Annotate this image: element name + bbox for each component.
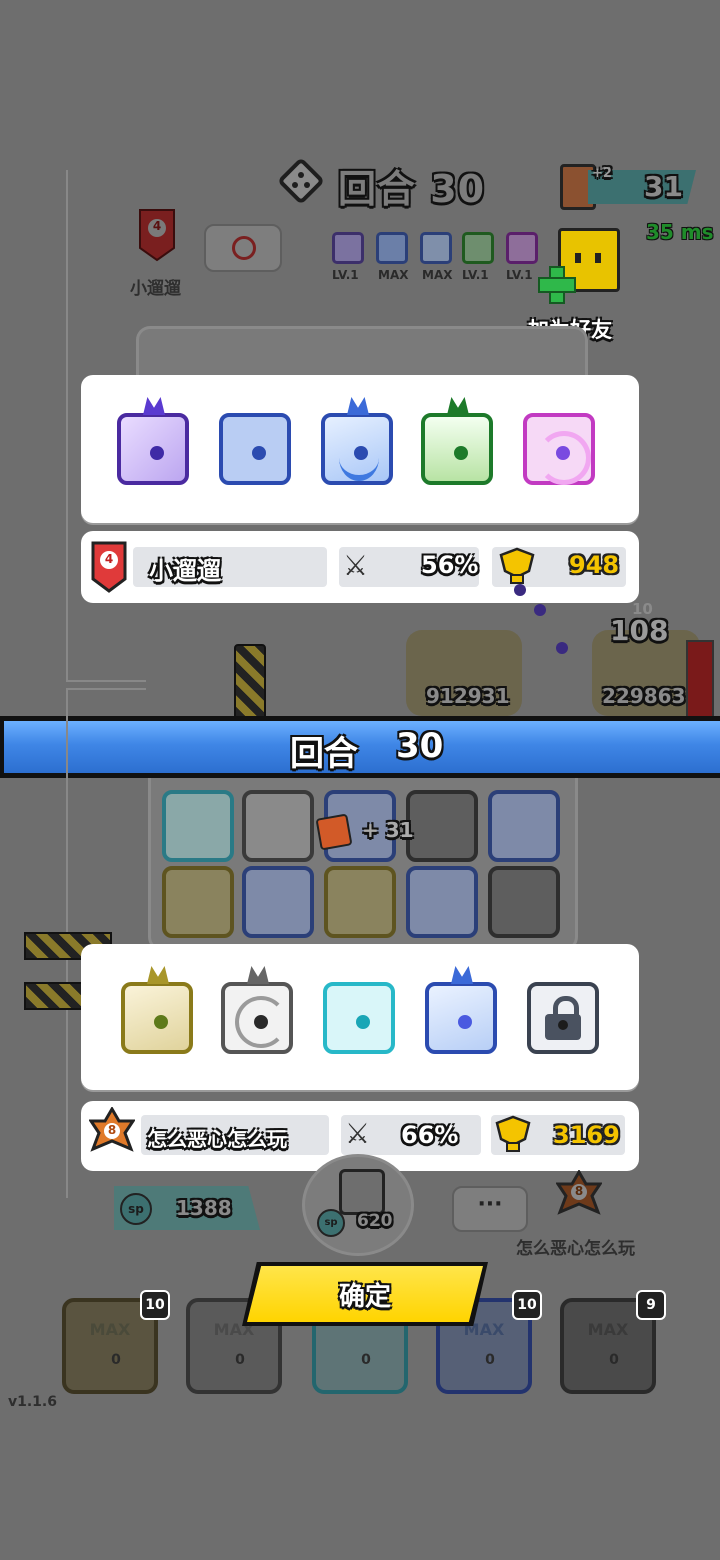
crit-value: 56%: [421, 551, 479, 579]
confirm-button[interactable]: 确定: [242, 1262, 488, 1326]
barrier-left: [234, 644, 266, 720]
damage-number-small: 10: [632, 600, 653, 618]
rank-badge-icon: 4: [91, 541, 127, 593]
mini-dice-4: [462, 232, 494, 264]
round-banner: 回合 30: [0, 716, 720, 778]
board-dice-9: [406, 866, 478, 938]
board-dice-4: [406, 790, 478, 862]
opponent-rank-badge-bottom: 8: [555, 1169, 603, 1224]
round-icon: [276, 156, 326, 206]
board-dice-5: [488, 790, 560, 862]
board-dice-2: [242, 790, 314, 862]
deck-dice-2: [219, 413, 291, 485]
opponent-deck-panel: [81, 944, 639, 1090]
opponent-crit-swords-icon: ⚔: [345, 1117, 371, 1150]
player-rank-badge: 4: [138, 208, 176, 262]
opponent-trophy-icon: [493, 1115, 533, 1153]
slot-4-count: 10: [512, 1290, 542, 1320]
opponent-rank-badge-icon: 8: [88, 1106, 136, 1163]
confirm-label: 确定: [338, 1282, 391, 1312]
opp-dice-2: [221, 982, 293, 1054]
board-dice-8: [324, 866, 396, 938]
opponent-name: 怎么恶心怎么玩: [147, 1127, 287, 1151]
opponent-name-bottom: 怎么恶心怎么玩: [516, 1239, 635, 1259]
board-dice-10: [488, 866, 560, 938]
emote-bubble[interactable]: [204, 224, 282, 272]
mini-dice-3: [420, 232, 452, 264]
summon-button[interactable]: sp 620: [302, 1154, 414, 1256]
deck-dice-4: [421, 413, 493, 485]
hp-bar-right: [686, 640, 714, 720]
card-count: 31: [644, 170, 683, 203]
player-name: 小遛遛: [149, 557, 221, 585]
damage-number: 108: [610, 614, 669, 647]
summon-cost: 620: [357, 1211, 393, 1231]
boss-left-hp: 912931: [426, 684, 510, 708]
board-dice-7: [242, 866, 314, 938]
gold-value: 948: [569, 551, 620, 579]
board-dice-1: [162, 790, 234, 862]
board-dice-6: [162, 866, 234, 938]
player-name-top: 小遛遛: [130, 279, 181, 299]
deck-dice-3: [321, 413, 393, 485]
summon-dice-icon: [339, 1169, 385, 1215]
chat-bubble-button[interactable]: ···: [452, 1186, 528, 1232]
trophy-icon: [497, 547, 537, 585]
deck-dice-5: [523, 413, 595, 485]
player-deck-panel: [81, 375, 639, 523]
player-stat-bar: 4 小遛遛 ⚔ 56% 948: [81, 531, 639, 603]
crit-swords-icon: ⚔: [343, 549, 369, 582]
boss-right-hp: 229863: [602, 684, 686, 708]
opp-dice-1: [121, 982, 193, 1054]
card-gain-icon: [315, 813, 353, 851]
plus-icon: [538, 266, 576, 304]
card-gain-text: + 31: [362, 818, 414, 842]
version-label: v1.1.6: [8, 1394, 57, 1410]
opp-dice-3: [323, 982, 395, 1054]
card-counter: +2 31: [560, 164, 696, 210]
card-plus: +2: [592, 166, 612, 181]
sp-icon: sp: [120, 1193, 152, 1225]
mini-dice-1: [332, 232, 364, 264]
opponent-crit-value: 66%: [401, 1121, 459, 1149]
banner-round-number: 30: [396, 726, 444, 766]
round-title: 回合 30: [338, 167, 486, 211]
no-emote-icon: [232, 236, 256, 260]
summon-sp-icon: sp: [317, 1209, 345, 1237]
mini-dice-2: [376, 232, 408, 264]
banner-round-word: 回合: [290, 734, 358, 774]
opponent-gold-value: 3169: [553, 1121, 620, 1149]
slot-5-count: 9: [636, 1290, 666, 1320]
deck-dice-1: [117, 413, 189, 485]
slot-1-count: 10: [140, 1290, 170, 1320]
ping-label: 35 ms: [646, 220, 714, 244]
dragon-crown-icon: [143, 397, 165, 415]
unlock-icon: [543, 996, 583, 1042]
opp-dice-4: [425, 982, 497, 1054]
opp-dice-5-locked: [527, 982, 599, 1054]
sp-total: 1388: [176, 1196, 232, 1220]
